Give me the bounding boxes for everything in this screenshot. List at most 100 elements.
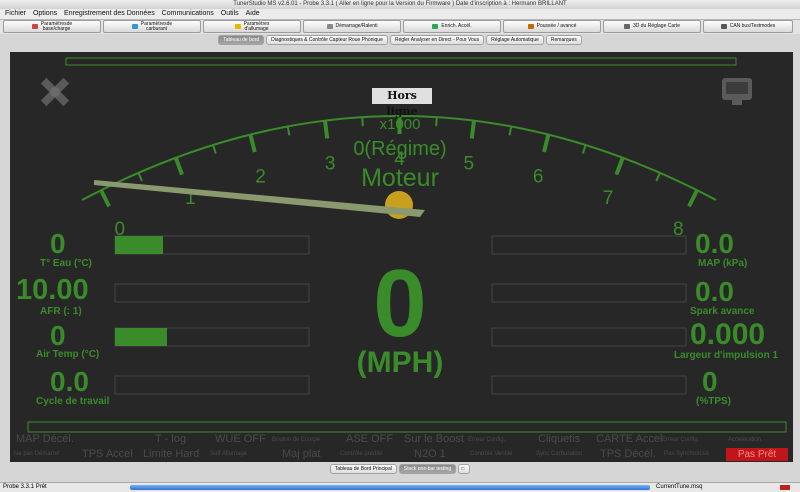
pulse-value: 0.000 xyxy=(690,318,766,351)
coolant-bar-fill xyxy=(115,236,163,254)
indicator: ASE OFF xyxy=(346,433,394,445)
indicator: Ne pas Démarrer xyxy=(14,451,61,457)
carburant-button[interactable]: Paramètresde carburant xyxy=(103,20,201,33)
speed-unit: (MPH) xyxy=(356,346,444,379)
dashboard-device-icon xyxy=(722,78,752,105)
tab-diagnostiques[interactable]: Diagnostiques & Contrôle Capteur Roue Ph… xyxy=(266,35,388,45)
base-charge-button[interactable]: Paramètresde base/charge xyxy=(3,20,101,33)
menu-enregistrement[interactable]: Enregistrement des Données xyxy=(64,10,155,17)
toolbar-label: Enrich. Accél. xyxy=(441,23,472,29)
top-tabs: Tableau de bord Diagnostiques & Contrôle… xyxy=(0,35,800,45)
spark-value: 0.0 xyxy=(695,276,734,307)
indicator: Cliquetis xyxy=(538,433,581,445)
menu-outils[interactable]: Outils xyxy=(221,10,239,17)
tach-offline-label: Hors ligne xyxy=(372,88,432,118)
tach-name: Moteur xyxy=(361,164,439,192)
pulse-label: Largeur d'impulsion 1 xyxy=(674,350,779,361)
indicator: Erreur Config. xyxy=(662,437,700,443)
tach-reading: 0(Régime) xyxy=(353,138,447,160)
fuel-icon xyxy=(131,24,138,29)
airtemp-value: 0 xyxy=(50,320,66,351)
start-icon xyxy=(326,24,333,29)
menu-aide[interactable]: Aide xyxy=(246,10,260,17)
indicator: Limite Hard xyxy=(143,448,200,460)
indicator: Acceleration xyxy=(728,437,762,443)
spark-bar xyxy=(491,283,687,303)
accel-icon xyxy=(432,24,439,29)
tab-tableau-principal[interactable]: Tableau de Bord Principal xyxy=(329,464,397,474)
bottom-bar-gauge xyxy=(27,421,787,433)
poussee-avance-button[interactable]: Poussée / avancé xyxy=(503,20,601,33)
tach-multiplier: x1000 xyxy=(379,116,421,133)
indicator: Bouton de Ecorpe xyxy=(272,437,321,443)
not-ready-indicator: Pas Prêt xyxy=(726,448,788,461)
airtemp-label: Air Temp (°C) xyxy=(36,349,100,360)
tab-remarques[interactable]: Remarques xyxy=(545,35,582,45)
tach-tick xyxy=(469,120,476,139)
menu-options[interactable]: Options xyxy=(33,10,57,17)
tab-regler-analyser[interactable]: Régler Analyser en Direct - Pour Vous xyxy=(389,35,485,45)
tach-tick xyxy=(581,144,587,154)
indicator: Sur le Boost xyxy=(404,433,464,445)
tach-tick xyxy=(99,189,111,208)
demarrage-ralenti-button[interactable]: Démarrage/Ralenti xyxy=(303,20,401,33)
enrich-accel-button[interactable]: Enrich. Accél. xyxy=(403,20,501,33)
tach-tick-label: 7 xyxy=(603,188,614,209)
tab-tableau-de-bord[interactable]: Tableau de bord xyxy=(218,35,265,45)
indicator: MAP Décél. xyxy=(16,433,74,445)
indicator: Soft Allumage xyxy=(210,451,248,457)
indicator: TPS Décél. xyxy=(600,448,656,460)
map-label: MAP (kPa) xyxy=(698,258,748,269)
indicator: Contrôle Ventilé xyxy=(470,451,513,457)
can-bus-button[interactable]: CAN bus/Testmodes xyxy=(703,20,793,33)
indicator: WUE OFF xyxy=(215,433,266,445)
tach-tick-label: 8 xyxy=(673,219,684,240)
tach-tick xyxy=(286,126,291,136)
indicator: CARTE Accel xyxy=(596,433,663,445)
tach-tick xyxy=(212,144,217,154)
gauge-icon xyxy=(31,24,38,29)
indicator: TPS Accel xyxy=(82,448,133,460)
spark-icon xyxy=(234,24,241,29)
tach-tick xyxy=(248,134,257,153)
tps-label: (%TPS) xyxy=(696,396,731,407)
tab-reglage-automatique[interactable]: Réglage Automatique xyxy=(486,35,544,45)
duty-bar xyxy=(114,375,310,395)
menu-bar: Fichier Options Enregistrement des Donné… xyxy=(0,9,800,20)
menu-fichier[interactable]: Fichier xyxy=(5,10,26,17)
map3d-icon xyxy=(624,24,630,29)
tach-tick xyxy=(687,189,699,208)
indicator: Maj plat xyxy=(282,448,321,460)
indicator: T - log xyxy=(155,433,186,445)
tach-tick-label: 6 xyxy=(533,166,544,187)
toolbar-label: carburant xyxy=(145,25,168,32)
tach-tick xyxy=(655,172,661,182)
boost-icon xyxy=(527,24,534,29)
reglage-carte-3d-button[interactable]: 3D du Réglage Carte xyxy=(603,20,701,33)
tab-stock-one-bar[interactable]: Stock one-bar testing xyxy=(398,464,457,474)
indicator: Contrôle prédite xyxy=(340,451,383,457)
airtemp-bar-fill xyxy=(115,328,167,346)
toolbar: Paramètresde base/charge Paramètresde carb… xyxy=(0,20,800,34)
top-bar-gauge xyxy=(65,57,737,66)
toolbar-label: Poussée / avancé xyxy=(536,23,577,29)
tach-tick xyxy=(435,117,438,127)
satellite-icon xyxy=(40,77,70,107)
tach-tick xyxy=(508,126,513,136)
toolbar-label: Démarrage/Ralenti xyxy=(335,23,378,29)
menu-communications[interactable]: Communications xyxy=(162,10,214,17)
dashboard: 012345678 Hors ligne x1000 0(Régime) Mot… xyxy=(10,52,793,462)
toolbar-label: base/charge xyxy=(42,25,71,32)
toolbar-label: d'allumage xyxy=(244,25,269,32)
indicator: Sync Carburation xyxy=(536,451,583,457)
toolbar-label: CAN bus/Testmodes xyxy=(729,23,776,29)
tach-tick-label: 2 xyxy=(255,166,266,187)
map-value: 0.0 xyxy=(695,228,734,259)
map-bar xyxy=(491,235,687,255)
toolbar-label: 3D du Réglage Carte xyxy=(633,23,680,29)
bottom-tabs: Tableau de Bord Principal Stock one-bar … xyxy=(0,464,800,474)
indicator: N2O 1 xyxy=(414,448,446,460)
add-tab-icon[interactable]: □ xyxy=(458,464,471,474)
indicator: Erreur Config. xyxy=(468,437,506,443)
allumage-button[interactable]: Paramètres d'allumage xyxy=(203,20,301,33)
